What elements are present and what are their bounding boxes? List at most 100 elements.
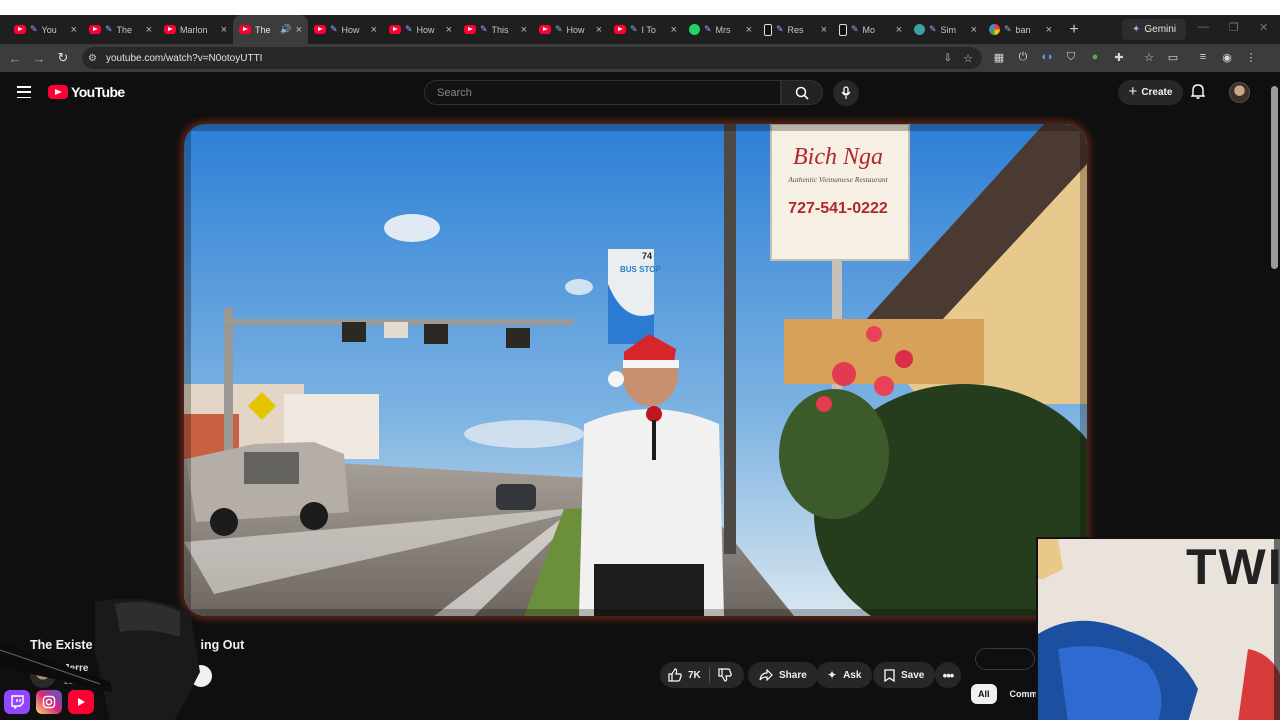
close-icon[interactable]: ×	[221, 24, 227, 36]
tab-title: How	[416, 24, 435, 35]
youtube-icon	[14, 25, 26, 34]
tab-title: Marlon	[180, 24, 208, 35]
close-icon[interactable]: ×	[146, 24, 152, 36]
bookmarks-icon[interactable]: ☆	[1140, 48, 1158, 66]
browser-tab[interactable]: ✎ Res ×	[758, 15, 833, 44]
tab-title: Mo	[862, 24, 876, 35]
video-player[interactable]: Bich Nga Authentic Vietnamese Restaurant…	[184, 124, 1087, 616]
back-icon[interactable]: ←	[3, 51, 27, 66]
close-icon[interactable]: ×	[446, 24, 452, 36]
browser-tab[interactable]: ✎ I To ×	[608, 15, 683, 44]
power-icon[interactable]: ⏻	[1014, 48, 1032, 66]
browser-tab-strip: ✎ You × ✎ The × Marlon × The 🔊 × ✎ How × ✎ How × ✎ T…	[0, 15, 1280, 44]
like-button[interactable]: 7K	[660, 662, 712, 688]
shield-icon[interactable]: ⛉	[1062, 48, 1080, 66]
close-icon[interactable]: ×	[671, 24, 677, 36]
search-button[interactable]	[781, 80, 823, 105]
profile-icon[interactable]: ◉	[1218, 48, 1236, 66]
tab-title: This	[491, 24, 509, 35]
account-avatar[interactable]	[1229, 82, 1250, 103]
close-icon[interactable]: ×	[1046, 24, 1052, 36]
maximize-icon[interactable]: ❐	[1229, 21, 1239, 34]
bookmark-icon	[884, 668, 895, 682]
sign-subtitle: Authentic Vietnamese Restaurant	[787, 175, 888, 184]
site-info-icon[interactable]: ⚙	[88, 53, 102, 64]
youtube-play-icon	[48, 85, 68, 99]
browser-tab[interactable]: ✎ How ×	[308, 15, 383, 44]
search-input[interactable]: Search	[424, 80, 781, 105]
minimize-icon[interactable]: —	[1198, 21, 1209, 33]
microphone-icon	[841, 86, 851, 99]
create-button[interactable]: + Create	[1118, 80, 1183, 105]
voice-search-button[interactable]	[833, 80, 859, 106]
extension-green-icon[interactable]: ●	[1086, 48, 1104, 66]
dislike-button[interactable]	[710, 662, 743, 688]
video-title-end: ing Out	[200, 638, 245, 652]
sparkle-icon: ✦	[827, 668, 838, 682]
tab-title: How	[341, 24, 360, 35]
tab-title: You	[41, 24, 57, 35]
notifications-bell-icon[interactable]	[1191, 83, 1205, 99]
share-label: Share	[779, 669, 807, 681]
side-panel-icon[interactable]: ▭	[1164, 48, 1182, 66]
share-button[interactable]: Share	[748, 662, 818, 688]
reload-icon[interactable]: ↻	[51, 50, 75, 66]
thumbs-up-icon	[668, 668, 682, 682]
webcam-poster-text: TWI T	[1186, 539, 1280, 595]
save-button[interactable]: Save	[873, 662, 936, 688]
close-icon[interactable]: ×	[521, 24, 527, 36]
browser-tab-active[interactable]: The 🔊 ×	[233, 15, 308, 44]
ask-button[interactable]: ✦ Ask	[816, 662, 873, 688]
browser-tab[interactable]: ✎ Sim ×	[908, 15, 983, 44]
menu-icon[interactable]	[17, 86, 31, 98]
youtube-icon	[614, 25, 626, 34]
browser-tab[interactable]: Marlon ×	[158, 15, 233, 44]
audio-wave-icon[interactable]: ◖◗	[1038, 48, 1056, 66]
browser-tab[interactable]: ✎ You ×	[8, 15, 83, 44]
close-icon[interactable]: ×	[896, 24, 902, 36]
youtube-logo[interactable]: YouTube	[48, 84, 125, 100]
close-window-icon[interactable]: ✕	[1259, 21, 1268, 34]
puzzle-icon[interactable]: ✚	[1110, 48, 1128, 66]
close-icon[interactable]: ×	[821, 24, 827, 36]
address-bar-row: ← → ↻ ⚙ youtube.com/watch?v=N0otoyUTTI ⇩…	[0, 44, 1280, 72]
browser-tab[interactable]: ✎ Mo ×	[833, 15, 908, 44]
page-scrollbar-thumb[interactable]	[1271, 86, 1278, 269]
youtube-icon	[239, 25, 251, 34]
pen-icon: ✎	[776, 24, 784, 34]
close-icon[interactable]: ×	[746, 24, 752, 36]
tab-title: Res	[787, 24, 804, 35]
instagram-icon	[36, 690, 62, 714]
extension-toolbar: ▦ ⏻ ◖◗ ⛉ ● ✚ ☆ ▭ ≡ ◉ ⋮	[990, 48, 1260, 66]
more-actions-button[interactable]: •••	[935, 662, 961, 688]
close-icon[interactable]: ×	[71, 24, 77, 36]
more-menu-icon[interactable]: ⋮	[1242, 48, 1260, 66]
new-tab-button[interactable]: +	[1064, 21, 1084, 39]
browser-tab[interactable]: ✎ Mrs ×	[683, 15, 758, 44]
youtube-icon	[539, 25, 551, 34]
phone-icon	[764, 23, 772, 36]
pen-icon: ✎	[405, 24, 413, 34]
close-icon[interactable]: ×	[971, 24, 977, 36]
install-app-icon[interactable]: ⇩	[944, 53, 952, 64]
chip-all[interactable]: All	[971, 684, 997, 704]
gemini-button[interactable]: ✦ Gemini	[1122, 19, 1187, 40]
google-icon	[989, 24, 1000, 35]
bookmark-star-icon[interactable]: ☆	[963, 52, 973, 65]
close-icon[interactable]: ×	[296, 24, 302, 36]
browser-tab[interactable]: ✎ How ×	[533, 15, 608, 44]
browser-tab[interactable]: ✎ ban ×	[983, 15, 1058, 44]
close-icon[interactable]: ×	[596, 24, 602, 36]
browser-tab[interactable]: ✎ This ×	[458, 15, 533, 44]
media-queue-icon[interactable]: ≡	[1194, 48, 1212, 66]
url-field[interactable]: ⚙ youtube.com/watch?v=N0otoyUTTI ⇩ ☆	[82, 47, 982, 69]
extension-grid-icon[interactable]: ▦	[990, 48, 1008, 66]
speaker-icon[interactable]: 🔊	[280, 24, 291, 35]
youtube-icon	[89, 25, 101, 34]
browser-tab[interactable]: ✎ The ×	[83, 15, 158, 44]
forward-icon[interactable]: →	[27, 51, 51, 66]
sign-name: Bich Nga	[793, 144, 883, 170]
pen-icon: ✎	[330, 24, 338, 34]
browser-tab[interactable]: ✎ How ×	[383, 15, 458, 44]
close-icon[interactable]: ×	[371, 24, 377, 36]
